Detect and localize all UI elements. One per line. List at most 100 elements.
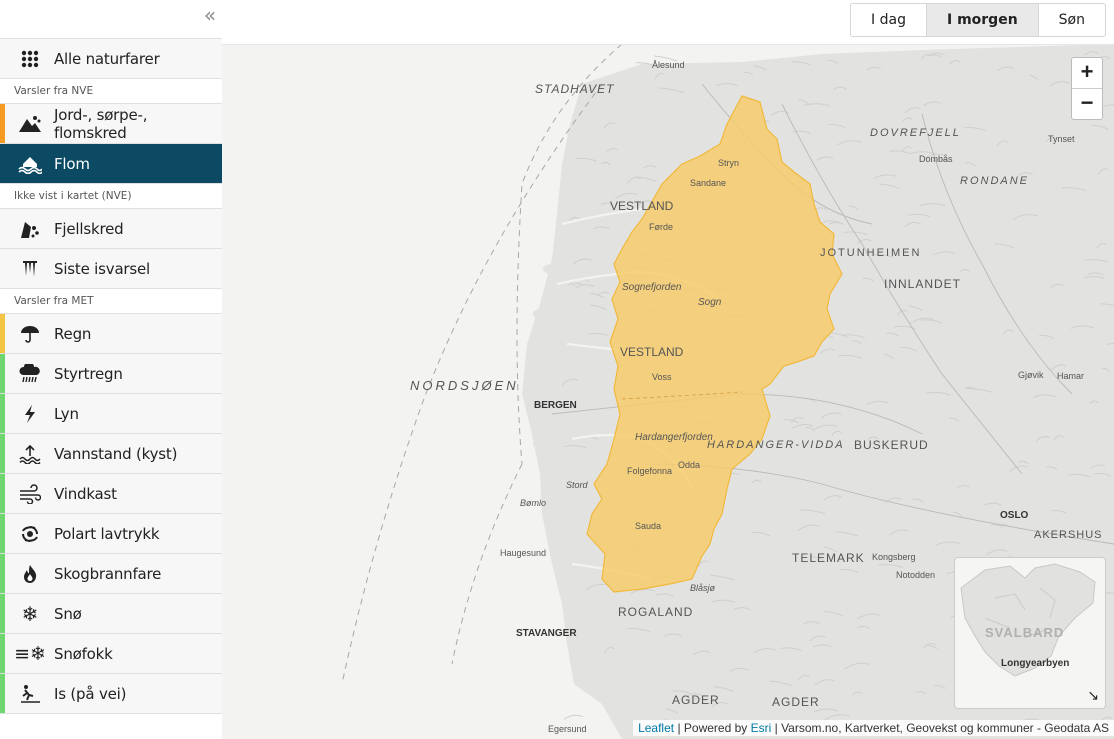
lightning-icon [18,402,42,426]
label-rondane: RONDANE [960,175,1029,187]
top-bar: I dag I morgen Søn [222,0,1114,45]
label-hardangervidda: HARDANGER-VIDDA [707,439,845,451]
menu-item-label: Vannstand (kyst) [54,444,178,463]
label-telemark: TELEMARK [792,551,865,565]
menu-item-label: Regn [54,324,92,343]
label-sogn: Sogn [698,297,722,308]
label-haugesund: Haugesund [500,548,546,558]
label-buskerud: BUSKERUD [854,438,929,452]
menu-item-styrtregn[interactable]: Styrtregn [0,354,222,394]
label-odda: Odda [678,460,700,470]
inset-label-svalbard: SVALBARD [985,625,1065,640]
menu-item-label: Fjellskred [54,219,124,238]
expand-icon[interactable]: ↘ [1087,688,1099,704]
tab-son[interactable]: Søn [1039,4,1105,36]
label-folgefonna: Folgefonna [627,466,672,476]
grid-icon [18,47,42,71]
tab-i-morgen[interactable]: I morgen [925,4,1039,36]
section-heading-nve-hidden: Ikke vist i kartet (NVE) [0,184,222,209]
menu-item-label: Polart lavtrykk [54,524,160,543]
water-level-icon [18,442,42,466]
menu-item-polart-lavtrykk[interactable]: Polart lavtrykk [0,514,222,554]
label-jotunheimen: JOTUNHEIMEN [820,247,921,259]
menu-item-alle-naturfarer[interactable]: Alle naturfarer [0,39,222,79]
menu-item-label: Skogbrannfare [54,564,162,583]
warning-level-bar [0,474,5,513]
label-agder-2: AGDER [772,695,820,709]
fire-icon [18,562,42,586]
inset-label-longyearbyen: Longyearbyen [1001,658,1070,669]
warning-level-bar [0,314,5,353]
collapse-sidebar-button[interactable]: « [198,4,222,28]
menu-item-jordskred[interactable]: Jord-, sørpe-, flomskred [0,104,222,144]
menu-item-label: Snøfokk [54,644,113,663]
umbrella-icon [18,322,42,346]
leaflet-link[interactable]: Leaflet [638,721,674,735]
menu-item-snofokk[interactable]: ≡❄ Snøfokk [0,634,222,674]
menu-item-vindkast[interactable]: Vindkast [0,474,222,514]
label-hardangerfjorden: Hardangerfjorden [635,432,713,443]
esri-link[interactable]: Esri [751,721,772,735]
label-sandane: Sandane [690,178,726,188]
zoom-in-button[interactable]: + [1072,58,1102,88]
label-stord: Stord [566,480,589,490]
warning-level-bar [0,434,5,473]
label-notodden: Notodden [896,570,935,580]
menu-item-skogbrannfare[interactable]: Skogbrannfare [0,554,222,594]
label-nordsjoen: NORDSJØEN [410,378,519,393]
label-stryn: Stryn [718,158,739,168]
menu-item-label: Vindkast [54,484,117,503]
icicle-icon [18,257,42,281]
tab-i-dag[interactable]: I dag [851,4,926,36]
label-blasjo: Blåsjø [690,583,716,593]
label-stadhavet: STADHAVET [535,82,615,96]
label-bomlo: Bømlo [520,498,546,508]
zoom-out-button[interactable]: − [1072,88,1102,119]
landslide-icon [18,112,42,136]
label-hamar: Hamar [1057,371,1084,381]
day-tabs: I dag I morgen Søn [850,3,1106,37]
warning-level-bar [0,514,5,553]
menu-item-regn[interactable]: Regn [0,314,222,354]
menu-item-flom[interactable]: Flom [0,144,222,184]
warning-level-bar [0,594,5,633]
blowing-snow-icon: ≡❄ [14,642,46,665]
menu-item-fjellskred[interactable]: Fjellskred [0,209,222,249]
menu-item-label: Siste isvarsel [54,259,151,278]
attribution-powered: | Powered by [674,721,751,735]
warning-level-bar [0,634,5,673]
heavy-rain-icon [18,362,42,386]
section-heading-nve: Varsler fra NVE [0,79,222,104]
attribution-credits: | Varsom.no, Kartverket, Geovekst og kom… [771,721,1109,735]
label-vestland-2: VESTLAND [620,345,684,359]
snowflake-icon: ❄ [21,601,39,626]
label-stavanger: STAVANGER [516,628,577,639]
map-attribution: Leaflet | Powered by Esri | Varsom.no, K… [633,720,1114,736]
menu-item-isvarsel[interactable]: Siste isvarsel [0,249,222,289]
label-oslo: OSLO [1000,510,1029,521]
label-innlandet: INNLANDET [884,277,961,291]
label-dovrefjell: DOVREFJELL [870,127,961,139]
rockslide-icon [18,217,42,241]
menu-item-label: Is (på vei) [54,684,127,703]
warning-level-bar [0,674,5,713]
menu-item-sno[interactable]: ❄ Snø [0,594,222,634]
cyclone-icon [18,522,42,546]
warning-level-bar [0,354,5,393]
zoom-controls: + − [1071,57,1103,120]
menu-item-label: Snø [54,604,82,623]
menu-item-is-pa-vei[interactable]: Is (på vei) [0,674,222,714]
label-alesund: Ålesund [652,60,685,70]
label-kongsberg: Kongsberg [872,552,916,562]
label-voss: Voss [652,372,672,382]
warning-level-bar [0,554,5,593]
menu-item-lyn[interactable]: Lyn [0,394,222,434]
label-rogaland: ROGALAND [618,605,693,619]
menu-item-label: Styrtregn [54,364,123,383]
label-akershus: AKERSHUS [1034,529,1103,541]
menu-item-label: Lyn [54,404,79,423]
svalbard-inset-map[interactable]: SVALBARD Longyearbyen ↘ [954,557,1106,709]
wind-icon [18,482,42,506]
label-tynset: Tynset [1048,134,1075,144]
menu-item-vannstand[interactable]: Vannstand (kyst) [0,434,222,474]
